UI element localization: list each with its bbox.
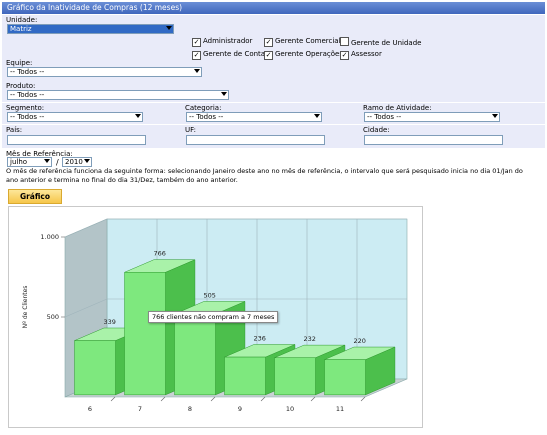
x-tick-label: 11 <box>336 405 344 413</box>
produto-value: -- Todos -- <box>10 91 45 99</box>
checkbox-label: Gerente de Unidade <box>351 39 422 47</box>
checkbox-gerente-operacoes[interactable]: ✓ Gerente Operações <box>264 50 343 60</box>
chevron-down-icon <box>194 69 200 73</box>
checkbox-icon <box>340 37 349 46</box>
checkbox-icon: ✓ <box>192 38 201 47</box>
segmento-select[interactable]: -- Todos -- <box>7 112 143 122</box>
unidade-label: Unidade: <box>6 16 38 24</box>
mes-select[interactable]: julho <box>7 157 52 167</box>
bar <box>174 313 216 396</box>
chevron-down-icon <box>221 92 227 96</box>
uf-label: UF: <box>185 126 196 134</box>
x-tick-label: 10 <box>286 405 294 413</box>
data-label: 339 <box>104 318 116 326</box>
unidade-value: Matriz <box>10 25 32 33</box>
ramo-value: -- Todos -- <box>367 113 402 121</box>
checkbox-gerente-contas[interactable]: ✓ Gerente de Contas <box>192 50 269 60</box>
x-tick-label: 6 <box>88 405 92 413</box>
y-axis-label: Nº de Clientes <box>22 286 29 329</box>
chevron-down-icon <box>166 26 172 30</box>
checkbox-label: Assessor <box>351 50 382 58</box>
categoria-select[interactable]: -- Todos -- <box>186 112 322 122</box>
y-tick-label: 1.000 <box>40 233 59 241</box>
bar <box>224 356 266 396</box>
x-tick-label: 9 <box>238 405 242 413</box>
checkbox-icon: ✓ <box>340 51 349 60</box>
filter-panel-unidade: Unidade: Matriz ✓ Administrador ✓ Gerente … <box>2 15 545 102</box>
chart-tooltip: 766 clientes não compram a 7 meses <box>148 311 279 323</box>
unidade-select[interactable]: Matriz <box>7 24 174 34</box>
produto-label: Produto: <box>6 82 36 90</box>
categoria-label: Categoria: <box>185 104 222 112</box>
checkbox-assessor[interactable]: ✓ Assessor <box>340 50 382 60</box>
y-tick-label: 500 <box>47 313 59 321</box>
pais-label: País: <box>6 126 23 134</box>
bar <box>324 359 366 396</box>
x-tick-label: 8 <box>188 405 192 413</box>
x-tick-label: 7 <box>138 405 142 413</box>
checkbox-icon: ✓ <box>264 38 273 47</box>
produto-select[interactable]: -- Todos -- <box>7 90 229 100</box>
data-label: 505 <box>204 291 216 299</box>
x-tick <box>360 396 366 402</box>
checkbox-label: Administrador <box>203 37 253 45</box>
window-title: Gráfico da Inatividade de Compras (12 me… <box>2 2 545 14</box>
ano-value: 2010 <box>65 158 83 166</box>
reference-note: O mês de referência funciona da seguinte… <box>6 167 523 184</box>
segmento-label: Segmento: <box>6 104 45 112</box>
data-label: 236 <box>254 334 266 342</box>
mes-value: julho <box>10 158 28 166</box>
ramo-label: Ramo de Atividade: <box>363 104 432 112</box>
pais-input[interactable] <box>7 135 146 145</box>
data-label: 232 <box>304 335 316 343</box>
data-label: 766 <box>154 250 166 258</box>
chevron-down-icon <box>492 114 498 118</box>
chevron-down-icon <box>314 114 320 118</box>
ano-select[interactable]: 2010 <box>62 157 92 167</box>
categoria-value: -- Todos -- <box>189 113 224 121</box>
cidade-input[interactable] <box>364 135 503 145</box>
grafico-button[interactable]: Gráfico <box>8 189 62 204</box>
equipe-value: -- Todos -- <box>10 68 45 76</box>
bar <box>74 340 116 396</box>
chevron-down-icon <box>135 114 141 118</box>
x-tick <box>160 396 166 402</box>
segmento-value: -- Todos -- <box>10 113 45 121</box>
checkbox-administrador[interactable]: ✓ Administrador <box>192 37 252 47</box>
checkbox-icon: ✓ <box>192 51 201 60</box>
checkbox-icon: ✓ <box>264 51 273 60</box>
bar <box>274 357 316 396</box>
data-label: 220 <box>354 337 366 345</box>
chevron-down-icon <box>84 159 90 163</box>
equipe-select[interactable]: -- Todos -- <box>7 67 202 77</box>
cidade-label: Cidade: <box>363 126 390 134</box>
chart-container: 339 6 766 7 505 8 236 9 232 10 220 11 1.000 500 Nº de… <box>8 206 423 428</box>
date-separator: / <box>56 158 59 167</box>
x-tick <box>310 396 316 402</box>
checkbox-gerente-unidade[interactable]: Gerente de Unidade <box>340 37 421 48</box>
chevron-down-icon <box>44 159 50 163</box>
checkbox-label: Gerente Comercial <box>275 37 341 45</box>
checkbox-gerente-comercial[interactable]: ✓ Gerente Comercial <box>264 37 341 47</box>
x-tick <box>260 396 266 402</box>
uf-input[interactable] <box>186 135 325 145</box>
ramo-select[interactable]: -- Todos -- <box>364 112 500 122</box>
x-tick <box>110 396 116 402</box>
checkbox-label: Gerente de Contas <box>203 50 269 58</box>
equipe-label: Equipe: <box>6 59 33 67</box>
bar <box>124 272 166 396</box>
checkbox-label: Gerente Operações <box>275 50 343 58</box>
filter-panel-segmento: Segmento: -- Todos -- Categoria: -- Todo… <box>2 103 545 124</box>
filter-panel-local: País: UF: Cidade: <box>2 125 545 148</box>
x-tick <box>210 396 216 402</box>
